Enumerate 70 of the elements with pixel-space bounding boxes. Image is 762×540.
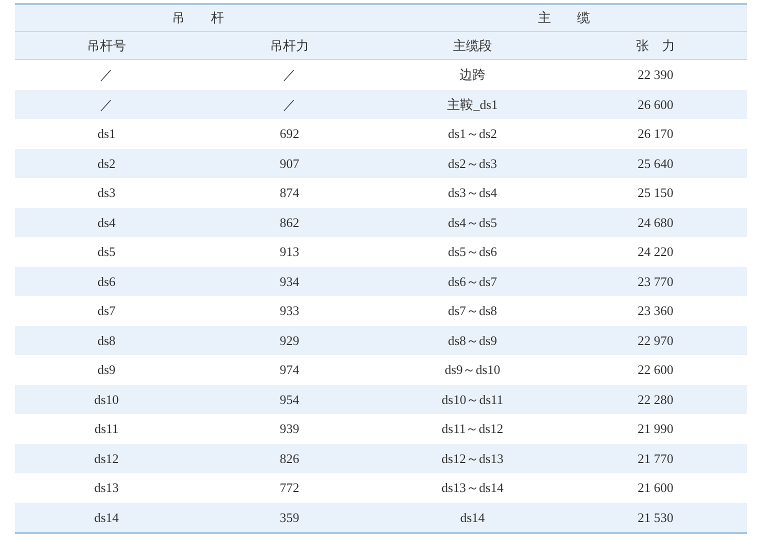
table-cell-text: 692: [280, 125, 300, 143]
table-cell-text: 24 220: [638, 243, 674, 261]
table-cell-text: 826: [280, 450, 300, 468]
table-cell-text: 26 600: [638, 96, 674, 114]
table-cell-text: ds7: [97, 302, 116, 320]
table-cell-text: ds11: [94, 420, 119, 438]
table-cell-text: 862: [280, 214, 300, 232]
table-cell-text: ds12: [94, 450, 119, 468]
table-cell-text: ds9: [97, 361, 116, 379]
table-cell-text: 939: [280, 420, 300, 438]
table-cell-text: ds13～ds14: [441, 479, 504, 497]
group-header: 主 缆: [538, 9, 590, 28]
table-cell-text: 21 990: [638, 420, 674, 438]
table-cell-text: ds12～ds13: [441, 450, 504, 468]
table-cell-text: ds5～ds6: [448, 243, 498, 261]
table-cell-text: 24 680: [638, 214, 674, 232]
table-cell-text: ds14: [460, 508, 485, 526]
table-cell-text: ds8～ds9: [448, 332, 498, 350]
table-cell-text: 933: [280, 302, 300, 320]
table-cell-text: ／: [100, 66, 113, 84]
table-cell-text: ds1: [97, 125, 116, 143]
table-cell-text: ds6～ds7: [448, 272, 498, 290]
table-cell-text: 913: [280, 243, 300, 261]
table-cell-text: 26 170: [638, 125, 674, 143]
table-cell-text: 21 600: [638, 479, 674, 497]
column-header: 主缆段: [453, 36, 492, 55]
table-cell-text: 22 280: [638, 390, 674, 408]
table-cell-text: ds3: [97, 184, 116, 202]
table-cell-text: 974: [280, 361, 300, 379]
table-cell-text: 874: [280, 184, 300, 202]
table-cell-text: ds11～ds12: [442, 420, 504, 438]
table-cell-text: ds4: [97, 214, 116, 232]
column-header: 吊杆号: [87, 36, 126, 55]
table-cell-text: ds10～ds11: [442, 390, 504, 408]
table-cell-text: ds10: [94, 390, 119, 408]
table-cell-text: 934: [280, 272, 300, 290]
table-cell-text: ds2: [97, 154, 116, 172]
table-cell-text: ds6: [97, 272, 116, 290]
group-header: 吊 杆: [172, 9, 224, 28]
table-cell-text: ds7～ds8: [448, 302, 498, 320]
table-cell-text: ds3～ds4: [448, 184, 498, 202]
table-cell-text: ／: [283, 96, 296, 114]
table-cell-text: 22 600: [638, 361, 674, 379]
table-cell-text: ／: [283, 66, 296, 84]
table-cell-text: ds2～ds3: [448, 154, 498, 172]
table-cell-text: 954: [280, 390, 300, 408]
table-cell-text: ds14: [94, 508, 119, 526]
table-cell-text: 359: [280, 508, 300, 526]
table-cell-text: ds5: [97, 243, 116, 261]
table-cell-text: ds13: [94, 479, 119, 497]
table-cell-text: 929: [280, 332, 300, 350]
table-cell-text: 21 770: [638, 450, 674, 468]
table-cell-text: 23 360: [638, 302, 674, 320]
table-cell-text: 22 970: [638, 332, 674, 350]
table-cell-text: ／: [100, 96, 113, 114]
table-cell-text: 22 390: [638, 66, 674, 84]
column-header: 张 力: [636, 36, 675, 55]
table-cell-text: 25 150: [638, 184, 674, 202]
table-cell-text: ds8: [97, 332, 116, 350]
column-header: 吊杆力: [270, 36, 309, 55]
table-cell-text: 21 530: [638, 508, 674, 526]
table-cell-text: 边跨: [460, 66, 486, 84]
table-cell-text: ds1～ds2: [448, 125, 498, 143]
table-cell-text: ds9～ds10: [444, 361, 500, 379]
table-cell-text: 772: [280, 479, 300, 497]
table-cell-text: 907: [280, 154, 300, 172]
table-cell-text: 23 770: [638, 272, 674, 290]
table-cell-text: 25 640: [638, 154, 674, 172]
table-cell-text: 主鞍_ds1: [447, 96, 498, 114]
table-cell-text: ds4～ds5: [448, 214, 498, 232]
